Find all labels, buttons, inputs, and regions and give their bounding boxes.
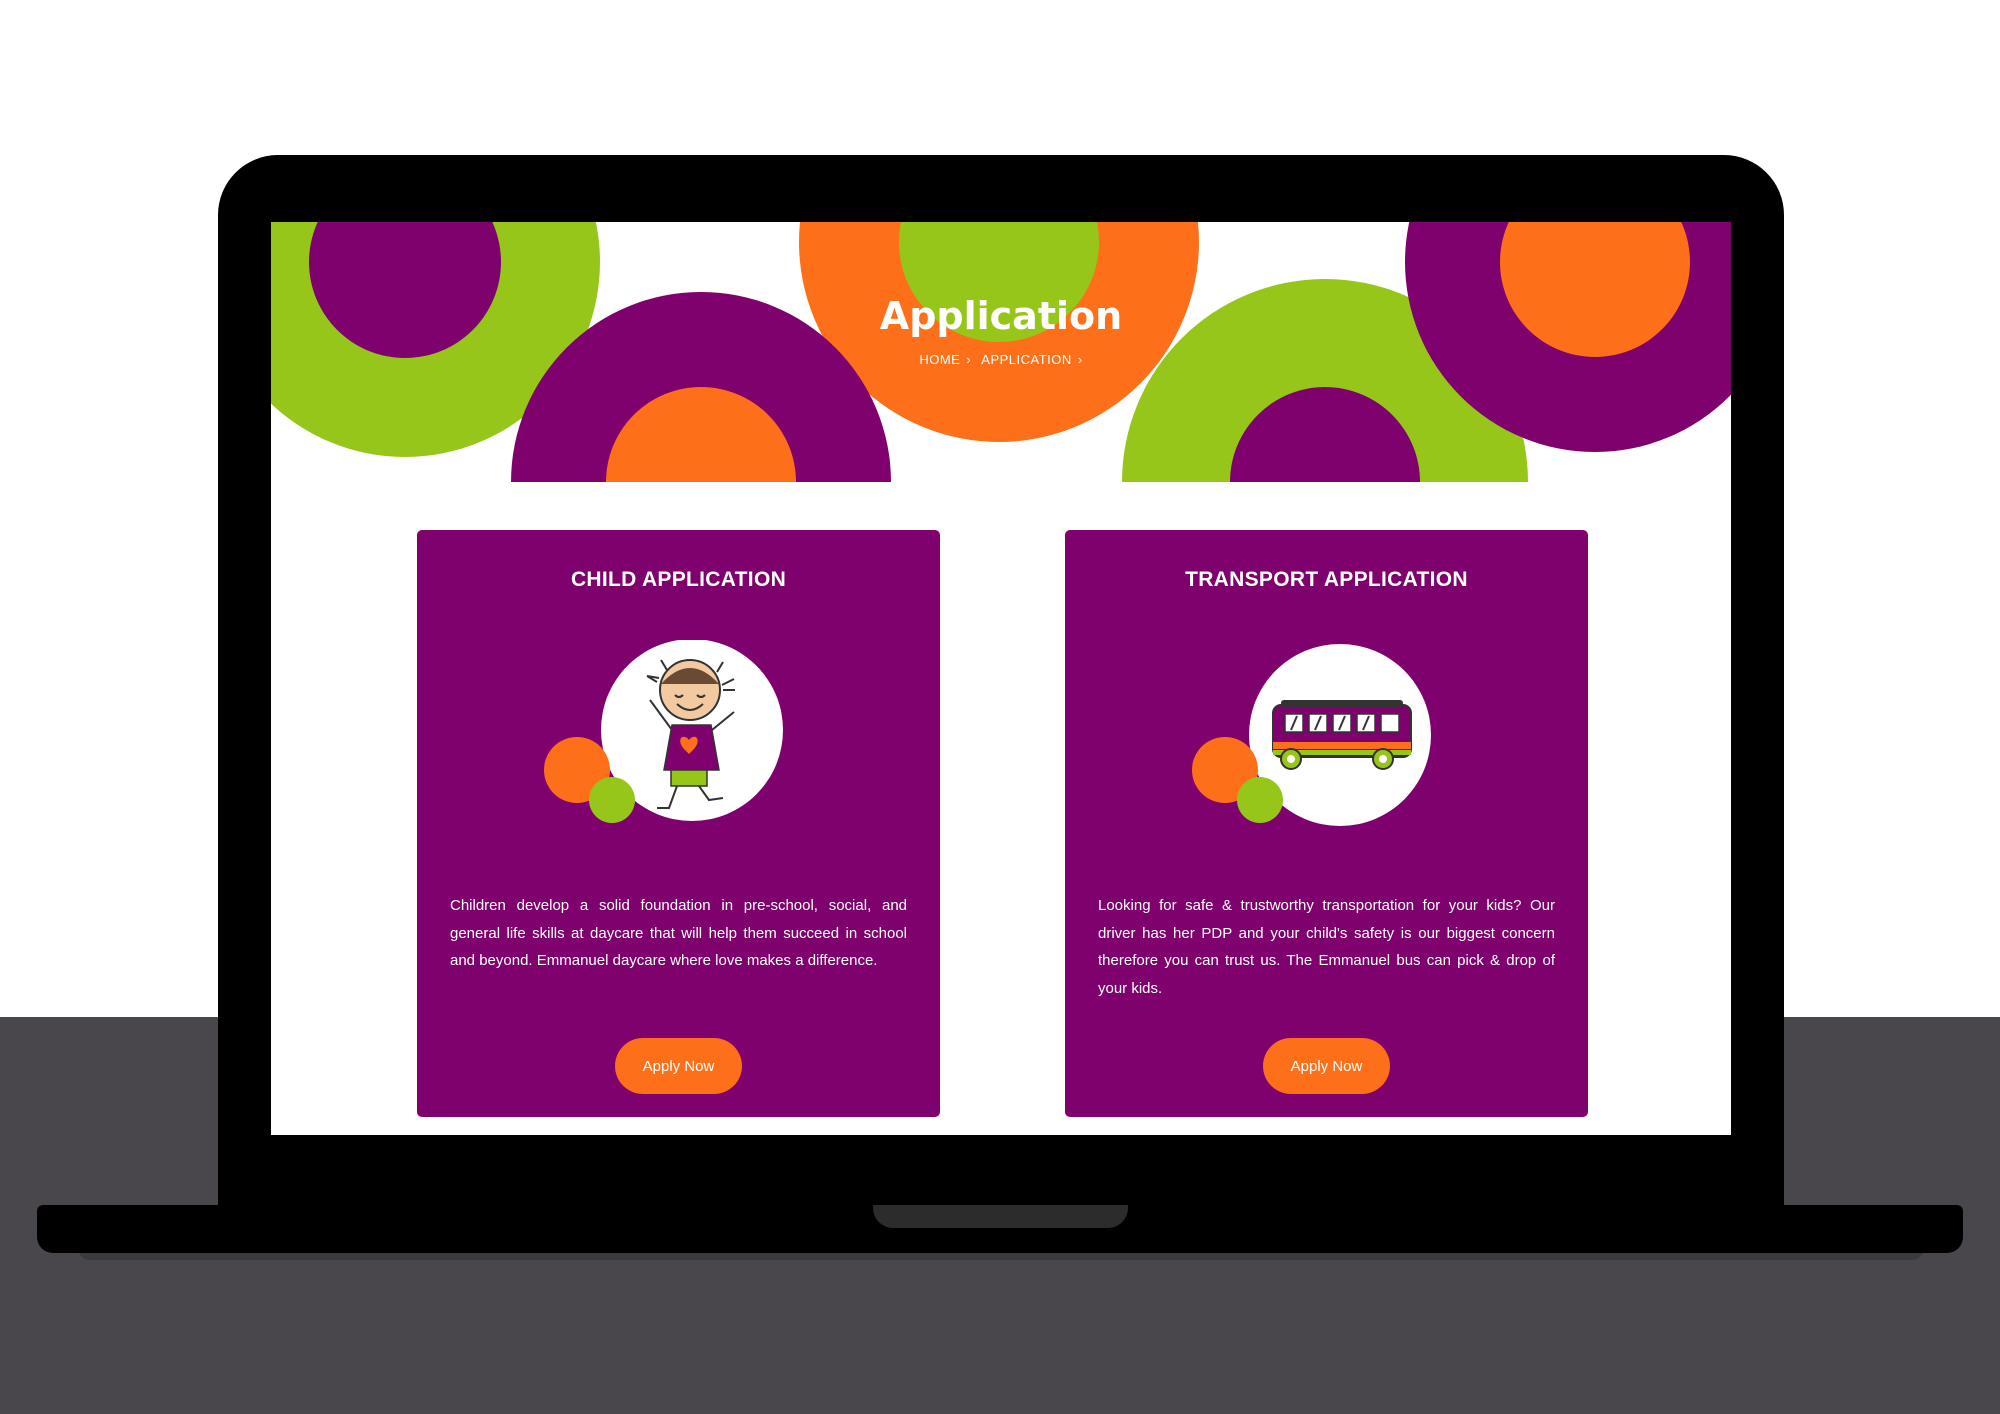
card-title: CHILD APPLICATION [570, 568, 787, 591]
apply-now-button[interactable]: Apply Now [1263, 1038, 1390, 1094]
breadcrumb-home-link[interactable]: HOME [919, 352, 960, 367]
breadcrumb-application-link[interactable]: APPLICATION [981, 352, 1072, 367]
child-application-card: CHILD APPLICATION Children develop a sol… [417, 530, 940, 1117]
apply-now-button[interactable]: Apply Now [615, 1038, 742, 1094]
breadcrumb: HOME › APPLICATION › [271, 352, 1731, 367]
child-illustration-icon [544, 640, 783, 823]
page-hero-banner: Application HOME › APPLICATION › [271, 222, 1731, 482]
card-title: TRANSPORT APPLICATION [1185, 568, 1468, 591]
laptop-notch [873, 1205, 1128, 1228]
browser-viewport: Application HOME › APPLICATION › CHILD APP… [271, 222, 1731, 1135]
chevron-right-icon: › [966, 352, 972, 367]
page-title: Application [879, 294, 1123, 338]
chevron-right-icon: › [1077, 352, 1083, 367]
card-description: Children develop a solid foundation in p… [450, 897, 907, 969]
card-description: Looking for safe & trustworthy transport… [1098, 897, 1555, 997]
bus-illustration-icon [1192, 644, 1431, 826]
transport-application-card: TRANSPORT APPLICATION Looking for safe &… [1065, 530, 1588, 1117]
